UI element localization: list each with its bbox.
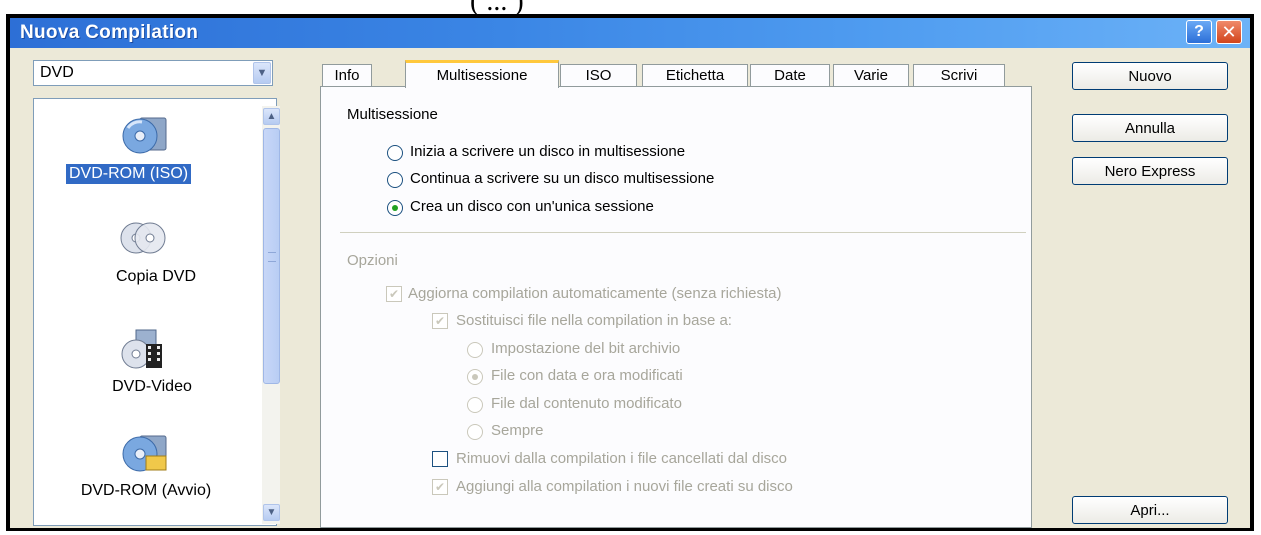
checkbox-add-new[interactable]: ✔ (432, 479, 448, 495)
media-type-value: DVD (40, 64, 74, 81)
tab-info[interactable]: Info (322, 64, 372, 86)
radio-modified-content[interactable] (467, 397, 483, 413)
options-heading: Opzioni (347, 252, 398, 269)
radio-continue-multisession[interactable] (387, 172, 403, 188)
checkbox-auto-update[interactable]: ✔ (386, 286, 402, 302)
dvd-rom-iso-icon[interactable] (120, 112, 170, 158)
close-icon: ✕ (1221, 21, 1237, 42)
tab-etichetta[interactable]: Etichetta (642, 64, 748, 86)
list-item-copy-dvd[interactable]: Copia DVD (56, 268, 256, 286)
open-button[interactable]: Apri... (1072, 496, 1228, 524)
tab-multisessione[interactable]: Multisessione (405, 60, 559, 88)
grip-icon (268, 252, 276, 262)
chevron-down-icon[interactable]: ▼ (263, 504, 280, 521)
close-button[interactable]: ✕ (1216, 20, 1242, 44)
checkbox-replace-files-label[interactable]: Sostituisci file nella compilation in ba… (456, 312, 732, 329)
checkbox-add-new-label[interactable]: Aggiungi alla compilation i nuovi file c… (456, 478, 793, 495)
tab-varie[interactable]: Varie (833, 64, 909, 86)
list-item-dvd-rom-boot[interactable]: DVD-ROM (Avvio) (46, 482, 246, 500)
radio-single-session[interactable] (387, 200, 403, 216)
help-icon: ? (1194, 23, 1204, 40)
window-title: Nuova Compilation (20, 22, 199, 43)
nero-express-button[interactable]: Nero Express (1072, 157, 1228, 185)
checkbox-remove-deleted[interactable] (432, 451, 448, 467)
tab-date[interactable]: Date (750, 64, 830, 86)
radio-single-session-label[interactable]: Crea un disco con un'unica sessione (410, 198, 654, 215)
radio-archive-bit-label[interactable]: Impostazione del bit archivio (491, 340, 680, 357)
radio-archive-bit[interactable] (467, 342, 483, 358)
chevron-down-icon[interactable]: ▼ (253, 62, 271, 84)
dvd-rom-boot-icon[interactable] (120, 430, 170, 476)
group-divider (340, 232, 1026, 233)
chevron-up-icon[interactable]: ▲ (263, 108, 280, 125)
tab-scrivi[interactable]: Scrivi (913, 64, 1005, 86)
cancel-button[interactable]: Annulla (1072, 114, 1228, 142)
radio-modified-date-label[interactable]: File con data e ora modificati (491, 367, 683, 384)
radio-always[interactable] (467, 424, 483, 440)
checkbox-remove-deleted-label[interactable]: Rimuovi dalla compilation i file cancell… (456, 450, 787, 467)
tab-iso[interactable]: ISO (560, 64, 637, 86)
new-button[interactable]: Nuovo (1072, 62, 1228, 90)
checkbox-auto-update-label[interactable]: Aggiorna compilation automaticamente (se… (408, 285, 782, 302)
list-item-dvd-video[interactable]: DVD-Video (52, 378, 252, 396)
list-item-dvd-rom-iso[interactable]: DVD-ROM (ISO) (66, 164, 192, 184)
dvd-video-icon[interactable] (118, 326, 168, 372)
copy-dvd-icon[interactable] (118, 216, 168, 262)
radio-always-label[interactable]: Sempre (491, 422, 544, 439)
checkbox-replace-files[interactable]: ✔ (432, 313, 448, 329)
radio-modified-content-label[interactable]: File dal contenuto modificato (491, 395, 682, 412)
help-button[interactable]: ? (1186, 20, 1212, 44)
radio-modified-date[interactable] (467, 369, 483, 385)
radio-start-multisession-label[interactable]: Inizia a scrivere un disco in multisessi… (410, 143, 685, 160)
radio-start-multisession[interactable] (387, 145, 403, 161)
multisession-heading: Multisessione (347, 106, 438, 123)
radio-continue-multisession-label[interactable]: Continua a scrivere su un disco multises… (410, 170, 714, 187)
